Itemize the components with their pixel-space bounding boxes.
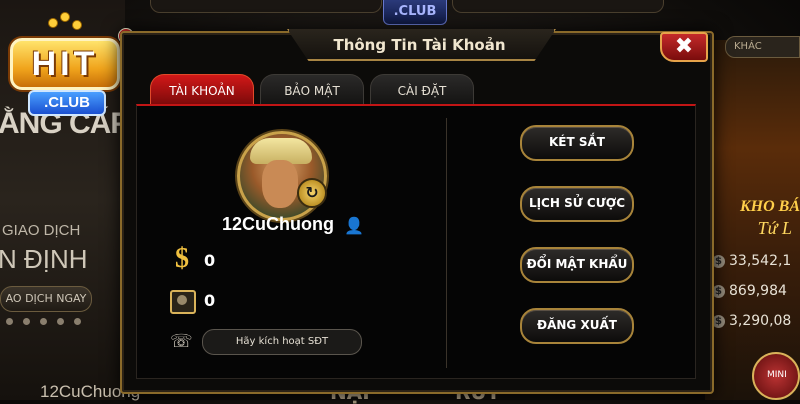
logo-hit-text: HIT (10, 38, 120, 90)
background-jackpot-subtitle: Tứ L (757, 218, 792, 238)
bet-history-button[interactable]: LỊCH SỬ CƯỢC (520, 186, 634, 222)
account-info-dialog: Thông Tin Tài Khoản ✖ TÀI KHOẢN BẢO MẬT … (120, 29, 714, 394)
tab-account[interactable]: TÀI KHOẢN (150, 74, 254, 105)
vip-user-icon[interactable]: 👤 (344, 216, 364, 235)
logout-button[interactable]: ĐĂNG XUẤT (520, 308, 634, 344)
safe-balance-value: 0 (204, 291, 216, 310)
dollar-icon: $ (175, 243, 189, 274)
dialog-title: Thông Tin Tài Khoản (333, 36, 506, 54)
tab-settings[interactable]: CÀI ĐẶT (370, 74, 474, 105)
background-mini-badge[interactable]: MINI (752, 352, 800, 400)
background-top-bar (452, 0, 664, 13)
dialog-tabs: TÀI KHOẢN BẢO MẬT CÀI ĐẶT (150, 74, 474, 105)
background-jackpot-title: KHO BÁ (739, 198, 800, 215)
background-top-bar (150, 0, 382, 13)
username: 12CuChuong (222, 214, 334, 234)
background-tagline: N ĐỊNH (0, 244, 88, 274)
tab-security[interactable]: BẢO MẬT (260, 74, 364, 105)
safe-button[interactable]: KÉT SẮT (520, 125, 634, 161)
logo-club-text: .CLUB (28, 90, 106, 116)
background-club-badge: .CLUB (383, 0, 447, 25)
close-button[interactable]: ✖ (660, 32, 708, 62)
change-password-button[interactable]: ĐỔI MẬT KHẨU (520, 247, 634, 283)
coins-icon (46, 12, 86, 32)
change-avatar-icon[interactable]: ↻ (297, 178, 327, 208)
panel-divider (446, 118, 447, 368)
balance-value: 0 (204, 251, 216, 270)
phone-icon: ☏ (170, 331, 193, 352)
background-jackpot-row: $869,984 (712, 283, 787, 299)
background-trade-button[interactable]: AO DỊCH NGAY (0, 286, 92, 312)
background-jackpot-row: $3,290,08 (712, 313, 791, 329)
avatar-face (262, 160, 298, 208)
background-carousel-dots (6, 318, 81, 325)
background-right-tab[interactable]: KHÁC (725, 36, 800, 58)
hit-club-logo: HIT .CLUB (6, 12, 134, 116)
background-tagline: GIAO DỊCH (2, 222, 81, 239)
activate-phone-button[interactable]: Hãy kích hoạt SĐT (202, 329, 362, 355)
background-jackpot-row: $33,542,1 (712, 253, 791, 269)
safe-icon (170, 290, 196, 314)
